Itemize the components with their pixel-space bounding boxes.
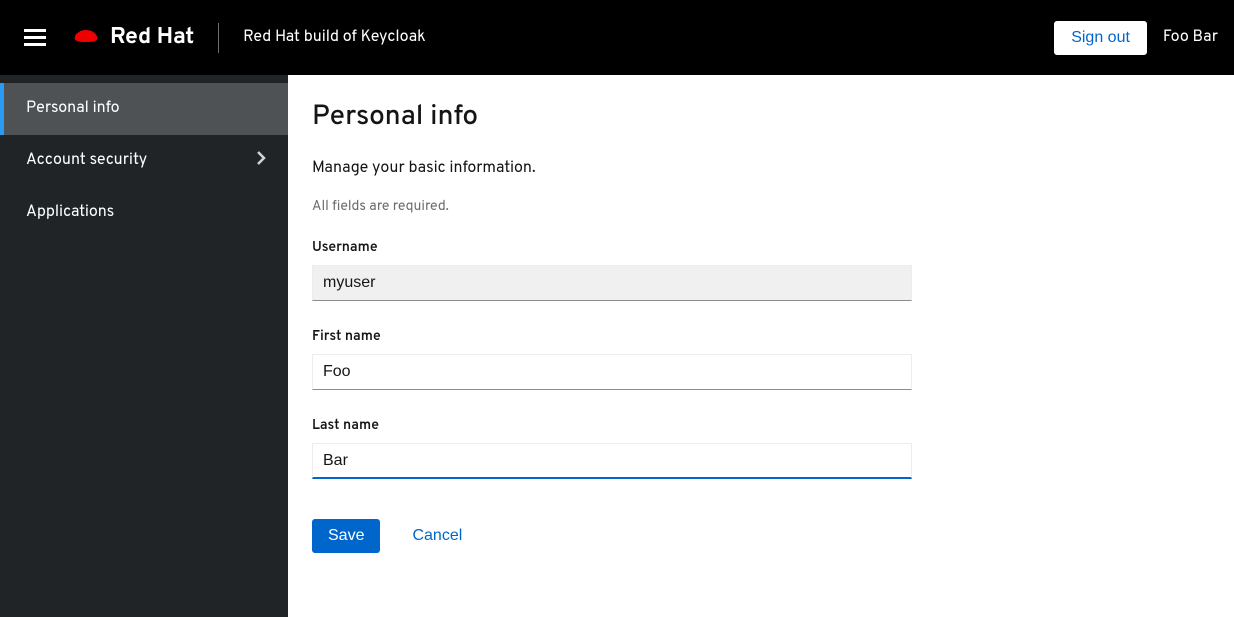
required-note: All fields are required. (312, 199, 1210, 216)
user-display-name: Foo Bar (1163, 28, 1218, 48)
last-name-input[interactable] (312, 443, 912, 479)
form-group-last-name: Last name (312, 418, 1210, 479)
first-name-input[interactable] (312, 354, 912, 390)
page-subtitle: Manage your basic information. (312, 159, 1210, 179)
username-input (312, 265, 912, 301)
username-label: Username (312, 240, 1210, 257)
header: Red Hat Red Hat build of Keycloak Sign o… (0, 0, 1234, 75)
sidebar-item-label: Personal info (26, 99, 120, 119)
sidebar-item-personal-info[interactable]: Personal info (0, 83, 288, 135)
redhat-fedora-icon (70, 26, 102, 50)
last-name-label: Last name (312, 418, 1210, 435)
brand-text: Red Hat (110, 23, 194, 52)
cancel-button[interactable]: Cancel (396, 519, 478, 553)
hamburger-menu-button[interactable] (16, 21, 54, 54)
signout-button[interactable]: Sign out (1054, 21, 1147, 55)
form-group-first-name: First name (312, 329, 1210, 390)
sidebar-item-label: Account security (26, 151, 147, 171)
header-divider (218, 23, 219, 53)
product-name: Red Hat build of Keycloak (243, 28, 426, 48)
sidebar-item-label: Applications (26, 203, 114, 223)
sidebar: Personal info Account security Applicati… (0, 75, 288, 617)
save-button[interactable]: Save (312, 519, 380, 553)
chevron-right-icon (257, 151, 266, 171)
sidebar-item-applications[interactable]: Applications (0, 187, 288, 239)
first-name-label: First name (312, 329, 1210, 346)
form-group-username: Username (312, 240, 1210, 301)
brand: Red Hat (70, 23, 194, 52)
main-content: Personal info Manage your basic informat… (288, 75, 1234, 617)
page-title: Personal info (312, 99, 1210, 135)
button-row: Save Cancel (312, 519, 1210, 553)
sidebar-item-account-security[interactable]: Account security (0, 135, 288, 187)
